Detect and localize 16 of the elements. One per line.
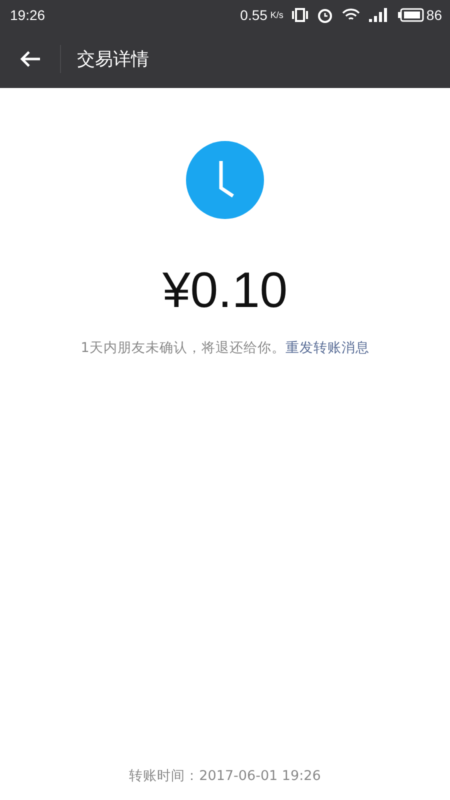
alarm-icon [317,7,334,23]
vibrate-icon [292,8,308,22]
battery-icon [398,8,424,22]
wifi-icon [342,8,360,22]
status-time: 19:26 [10,7,46,23]
speed-unit: K/s [270,10,284,20]
battery-level: 86 [426,7,442,23]
page-title: 交易详情 [77,48,149,71]
resend-link[interactable]: 重发转账消息 [285,340,370,356]
transfer-time: 转账时间：2017-06-01 19:26 [129,767,321,785]
back-arrow-icon [19,50,41,68]
network-speed: 0.55 [240,7,268,23]
notice-text: 1天内朋友未确认，将退还给你。重发转账消息 [80,339,370,357]
signal-icon [369,8,390,22]
clock-icon [186,141,264,219]
transfer-amount: ¥0.10 [162,261,288,319]
